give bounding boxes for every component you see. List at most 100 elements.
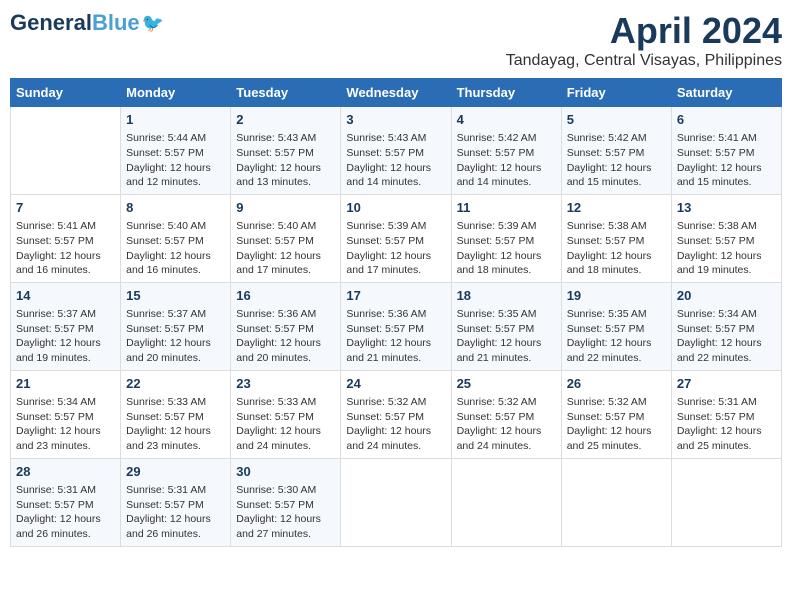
sunrise-text: Sunrise: 5:42 AM	[567, 132, 647, 144]
daylight-text: Daylight: 12 hours and 16 minutes.	[16, 250, 101, 277]
day-number: 17	[346, 287, 445, 305]
sunrise-text: Sunrise: 5:43 AM	[236, 132, 316, 144]
sunset-text: Sunset: 5:57 PM	[346, 411, 424, 423]
daylight-text: Daylight: 12 hours and 26 minutes.	[126, 513, 211, 540]
day-number: 19	[567, 287, 666, 305]
header-row: SundayMondayTuesdayWednesdayThursdayFrid…	[11, 79, 782, 107]
calendar-cell: 9Sunrise: 5:40 AMSunset: 5:57 PMDaylight…	[231, 194, 341, 282]
logo-blue-text: Blue	[92, 10, 140, 35]
sunrise-text: Sunrise: 5:39 AM	[457, 220, 537, 232]
page-header: GeneralBlue 🐦 April 2024 Tandayag, Centr…	[10, 10, 782, 70]
calendar-cell: 16Sunrise: 5:36 AMSunset: 5:57 PMDayligh…	[231, 282, 341, 370]
sunset-text: Sunset: 5:57 PM	[457, 411, 535, 423]
calendar-cell: 23Sunrise: 5:33 AMSunset: 5:57 PMDayligh…	[231, 370, 341, 458]
calendar-cell: 29Sunrise: 5:31 AMSunset: 5:57 PMDayligh…	[121, 458, 231, 546]
calendar-cell: 24Sunrise: 5:32 AMSunset: 5:57 PMDayligh…	[341, 370, 451, 458]
calendar-cell: 10Sunrise: 5:39 AMSunset: 5:57 PMDayligh…	[341, 194, 451, 282]
sunset-text: Sunset: 5:57 PM	[346, 235, 424, 247]
calendar-cell: 12Sunrise: 5:38 AMSunset: 5:57 PMDayligh…	[561, 194, 671, 282]
sunrise-text: Sunrise: 5:41 AM	[16, 220, 96, 232]
logo: GeneralBlue 🐦	[10, 10, 164, 36]
day-number: 7	[16, 199, 115, 217]
daylight-text: Daylight: 12 hours and 27 minutes.	[236, 513, 321, 540]
header-cell-sunday: Sunday	[11, 79, 121, 107]
sunrise-text: Sunrise: 5:33 AM	[126, 396, 206, 408]
daylight-text: Daylight: 12 hours and 24 minutes.	[346, 425, 431, 452]
calendar-cell	[671, 458, 781, 546]
calendar-cell	[341, 458, 451, 546]
daylight-text: Daylight: 12 hours and 14 minutes.	[457, 162, 542, 189]
sunset-text: Sunset: 5:57 PM	[677, 235, 755, 247]
calendar-cell: 8Sunrise: 5:40 AMSunset: 5:57 PMDaylight…	[121, 194, 231, 282]
daylight-text: Daylight: 12 hours and 24 minutes.	[457, 425, 542, 452]
day-number: 11	[457, 199, 556, 217]
calendar-cell: 30Sunrise: 5:30 AMSunset: 5:57 PMDayligh…	[231, 458, 341, 546]
calendar-cell: 25Sunrise: 5:32 AMSunset: 5:57 PMDayligh…	[451, 370, 561, 458]
logo-general-text: General	[10, 10, 92, 35]
calendar-cell: 18Sunrise: 5:35 AMSunset: 5:57 PMDayligh…	[451, 282, 561, 370]
daylight-text: Daylight: 12 hours and 21 minutes.	[457, 337, 542, 364]
sunrise-text: Sunrise: 5:41 AM	[677, 132, 757, 144]
calendar-week-1: 1Sunrise: 5:44 AMSunset: 5:57 PMDaylight…	[11, 107, 782, 195]
calendar-cell: 15Sunrise: 5:37 AMSunset: 5:57 PMDayligh…	[121, 282, 231, 370]
daylight-text: Daylight: 12 hours and 15 minutes.	[677, 162, 762, 189]
calendar-cell: 11Sunrise: 5:39 AMSunset: 5:57 PMDayligh…	[451, 194, 561, 282]
sunset-text: Sunset: 5:57 PM	[126, 499, 204, 511]
day-number: 4	[457, 111, 556, 129]
sunset-text: Sunset: 5:57 PM	[16, 323, 94, 335]
sunset-text: Sunset: 5:57 PM	[567, 323, 645, 335]
day-number: 8	[126, 199, 225, 217]
sunrise-text: Sunrise: 5:40 AM	[126, 220, 206, 232]
calendar-cell: 26Sunrise: 5:32 AMSunset: 5:57 PMDayligh…	[561, 370, 671, 458]
header-cell-thursday: Thursday	[451, 79, 561, 107]
sunrise-text: Sunrise: 5:32 AM	[457, 396, 537, 408]
daylight-text: Daylight: 12 hours and 26 minutes.	[16, 513, 101, 540]
day-number: 5	[567, 111, 666, 129]
calendar-cell: 7Sunrise: 5:41 AMSunset: 5:57 PMDaylight…	[11, 194, 121, 282]
daylight-text: Daylight: 12 hours and 22 minutes.	[677, 337, 762, 364]
sunrise-text: Sunrise: 5:32 AM	[346, 396, 426, 408]
sunset-text: Sunset: 5:57 PM	[567, 147, 645, 159]
sunrise-text: Sunrise: 5:39 AM	[346, 220, 426, 232]
header-cell-tuesday: Tuesday	[231, 79, 341, 107]
calendar-body: 1Sunrise: 5:44 AMSunset: 5:57 PMDaylight…	[11, 107, 782, 547]
sunset-text: Sunset: 5:57 PM	[126, 323, 204, 335]
daylight-text: Daylight: 12 hours and 17 minutes.	[346, 250, 431, 277]
day-number: 9	[236, 199, 335, 217]
sunrise-text: Sunrise: 5:42 AM	[457, 132, 537, 144]
sunset-text: Sunset: 5:57 PM	[16, 411, 94, 423]
sunrise-text: Sunrise: 5:38 AM	[567, 220, 647, 232]
day-number: 13	[677, 199, 776, 217]
daylight-text: Daylight: 12 hours and 23 minutes.	[126, 425, 211, 452]
daylight-text: Daylight: 12 hours and 24 minutes.	[236, 425, 321, 452]
day-number: 18	[457, 287, 556, 305]
daylight-text: Daylight: 12 hours and 23 minutes.	[16, 425, 101, 452]
sunrise-text: Sunrise: 5:35 AM	[567, 308, 647, 320]
day-number: 27	[677, 375, 776, 393]
calendar-cell: 4Sunrise: 5:42 AMSunset: 5:57 PMDaylight…	[451, 107, 561, 195]
title-section: April 2024 Tandayag, Central Visayas, Ph…	[506, 10, 782, 70]
day-number: 12	[567, 199, 666, 217]
daylight-text: Daylight: 12 hours and 20 minutes.	[236, 337, 321, 364]
daylight-text: Daylight: 12 hours and 13 minutes.	[236, 162, 321, 189]
day-number: 16	[236, 287, 335, 305]
calendar-cell: 3Sunrise: 5:43 AMSunset: 5:57 PMDaylight…	[341, 107, 451, 195]
sunrise-text: Sunrise: 5:36 AM	[236, 308, 316, 320]
day-number: 6	[677, 111, 776, 129]
sunrise-text: Sunrise: 5:40 AM	[236, 220, 316, 232]
sunrise-text: Sunrise: 5:34 AM	[16, 396, 96, 408]
calendar-cell	[11, 107, 121, 195]
header-cell-saturday: Saturday	[671, 79, 781, 107]
calendar-cell	[451, 458, 561, 546]
sunrise-text: Sunrise: 5:32 AM	[567, 396, 647, 408]
sunset-text: Sunset: 5:57 PM	[126, 147, 204, 159]
sunrise-text: Sunrise: 5:35 AM	[457, 308, 537, 320]
daylight-text: Daylight: 12 hours and 25 minutes.	[677, 425, 762, 452]
day-number: 26	[567, 375, 666, 393]
sunset-text: Sunset: 5:57 PM	[126, 235, 204, 247]
calendar-cell	[561, 458, 671, 546]
sunset-text: Sunset: 5:57 PM	[346, 323, 424, 335]
calendar-week-5: 28Sunrise: 5:31 AMSunset: 5:57 PMDayligh…	[11, 458, 782, 546]
calendar-cell: 17Sunrise: 5:36 AMSunset: 5:57 PMDayligh…	[341, 282, 451, 370]
sunset-text: Sunset: 5:57 PM	[126, 411, 204, 423]
